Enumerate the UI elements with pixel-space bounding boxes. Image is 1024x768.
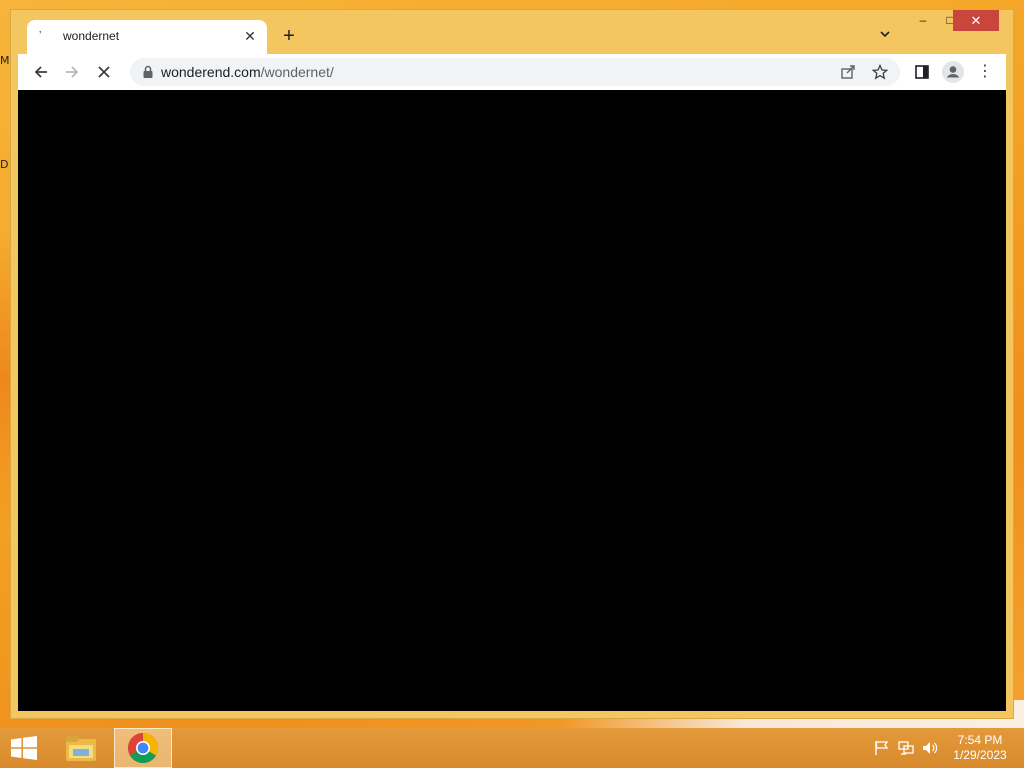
network-icon[interactable] <box>897 740 915 756</box>
clock-date: 1/29/2023 <box>953 748 1007 762</box>
tab-strip: ʼ wondernet ✕ + – □ ✕ <box>11 10 1013 54</box>
share-icon[interactable] <box>836 60 860 84</box>
page-content-black[interactable] <box>18 90 1006 711</box>
window-close-button[interactable]: ✕ <box>953 10 999 31</box>
profile-avatar-icon <box>942 61 964 83</box>
file-explorer-icon <box>66 736 96 761</box>
start-windows-icon[interactable] <box>10 736 38 760</box>
stop-x-icon <box>98 66 110 78</box>
back-arrow-icon <box>34 66 47 78</box>
bookmark-star-icon[interactable] <box>868 60 892 84</box>
chrome-icon <box>127 733 159 764</box>
forward-button[interactable] <box>60 60 84 84</box>
stop-loading-button[interactable] <box>92 60 116 84</box>
desktop-icon-label-1[interactable]: M <box>0 54 10 67</box>
side-panel-icon <box>915 65 929 79</box>
loading-favicon-icon: ʼ <box>39 30 42 42</box>
tab-wondernet[interactable]: ʼ wondernet ✕ <box>27 20 267 54</box>
minimize-button[interactable]: – <box>910 10 936 31</box>
taskbar-file-explorer[interactable] <box>52 728 110 768</box>
taskbar: 7:54 PM 1/29/2023 <box>0 728 1024 768</box>
tab-search-chevron-icon[interactable] <box>875 27 895 47</box>
lock-icon[interactable] <box>142 65 154 79</box>
url-text[interactable]: wonderend.com/wondernet/ <box>161 64 334 80</box>
back-button[interactable] <box>29 60 53 84</box>
browser-window: ʼ wondernet ✕ + – □ ✕ wonderend.com/wond… <box>10 9 1014 719</box>
url-path: /wondernet/ <box>260 64 334 80</box>
action-center-flag-icon[interactable] <box>873 740 891 756</box>
address-bar[interactable]: wonderend.com/wondernet/ <box>130 58 900 86</box>
tab-title: wondernet <box>63 29 120 43</box>
url-domain: wonderend.com <box>161 64 261 80</box>
desktop-icon-label-2[interactable]: D <box>0 158 8 171</box>
taskbar-chrome[interactable] <box>114 728 172 768</box>
profile-button[interactable] <box>941 60 965 84</box>
clock-time: 7:54 PM <box>957 733 1003 747</box>
browser-toolbar: wonderend.com/wondernet/ ⋮ <box>18 54 1006 90</box>
forward-arrow-icon <box>66 66 79 78</box>
side-panel-button[interactable] <box>910 60 934 84</box>
browser-menu-button[interactable]: ⋮ <box>973 60 997 84</box>
new-tab-button[interactable]: + <box>277 25 301 49</box>
system-clock[interactable]: 7:54 PM 1/29/2023 <box>944 733 1016 763</box>
tab-close-icon[interactable]: ✕ <box>241 27 259 45</box>
volume-icon[interactable] <box>921 740 939 756</box>
